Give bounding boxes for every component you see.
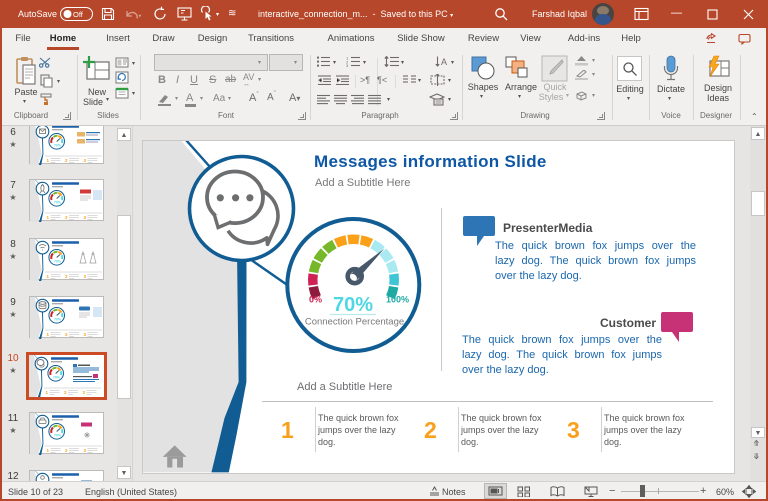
svg-text:100%: 100% [386,295,409,305]
svg-text:1: 1 [47,215,50,220]
svg-text:70%: 70% [54,201,62,205]
svg-text:1: 1 [47,332,50,337]
svg-text:70%: 70% [53,376,61,380]
svg-text:3: 3 [84,215,87,220]
svg-text:2: 2 [64,390,67,395]
svg-text:▾: ▾ [139,14,142,20]
svg-text:2: 2 [65,274,68,279]
svg-text:70%: 70% [54,318,62,322]
svg-text:Off: Off [73,10,84,19]
svg-text:Connection Percentage: Connection Percentage [305,317,404,328]
svg-text:3: 3 [84,448,87,453]
svg-text:70%: 70% [54,434,62,438]
svg-text:2: 2 [65,448,68,453]
svg-text:3: 3 [84,332,87,337]
svg-text:0%: 0% [309,295,322,305]
svg-text:1: 1 [47,448,50,453]
svg-text:3: 3 [84,274,87,279]
svg-text:3: 3 [84,158,87,163]
svg-text:3: 3 [83,390,86,395]
svg-text:70%: 70% [54,260,62,264]
svg-text:2: 2 [65,332,68,337]
svg-text:A: A [441,57,447,67]
svg-text:70%: 70% [54,144,62,148]
svg-text:1: 1 [47,274,50,279]
svg-text:70%: 70% [333,294,373,316]
svg-text:2: 2 [65,158,68,163]
svg-text:1: 1 [47,158,50,163]
svg-text:1: 1 [46,390,49,395]
svg-text:2: 2 [65,215,68,220]
svg-text:3: 3 [346,63,349,67]
